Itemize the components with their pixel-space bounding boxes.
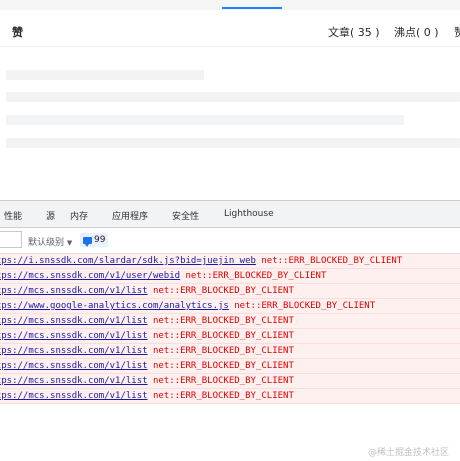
error-message: net::ERR_BLOCKED_BY_CLIENT xyxy=(152,346,294,356)
request-url-link[interactable]: https://mcs.snssdk.com/v1/list xyxy=(0,346,148,356)
issues-counter-button[interactable]: 99 xyxy=(80,233,109,247)
skeleton-line xyxy=(6,92,460,102)
console-error-text: https://mcs.snssdk.com/v1/list net::ERR_… xyxy=(0,315,294,327)
devtools-tab-bar: 性能 源 内存 应用程序 安全性 Lighthouse xyxy=(0,201,460,228)
console-messages: https://i.snssdk.com/slardar/sdk.js?bid=… xyxy=(0,254,460,461)
tab-memory[interactable]: 内存 xyxy=(70,209,88,222)
profile-tab-bar: 赞 文章( 35 ) 沸点( 0 ) 赞 xyxy=(0,18,460,47)
request-url-link[interactable]: https://i.snssdk.com/slardar/sdk.js?bid=… xyxy=(0,256,256,266)
console-error-row: https://mcs.snssdk.com/v1/user/webid net… xyxy=(0,269,460,284)
console-error-row: https://i.snssdk.com/slardar/sdk.js?bid=… xyxy=(0,254,460,269)
tab-application[interactable]: 应用程序 xyxy=(112,209,148,222)
error-message: net::ERR_BLOCKED_BY_CLIENT xyxy=(152,376,294,386)
tab-like[interactable]: 赞 xyxy=(12,24,23,40)
console-filter-input[interactable] xyxy=(0,231,22,248)
request-url-link[interactable]: https://www.google-analytics.com/analyti… xyxy=(0,301,229,311)
skeleton-line xyxy=(6,138,460,148)
error-message: net::ERR_BLOCKED_BY_CLIENT xyxy=(152,286,294,296)
console-error-row: https://mcs.snssdk.com/v1/list net::ERR_… xyxy=(0,344,460,359)
console-error-text: https://mcs.snssdk.com/v1/list net::ERR_… xyxy=(0,330,294,342)
error-message: net::ERR_BLOCKED_BY_CLIENT xyxy=(261,256,403,266)
console-error-text: https://i.snssdk.com/slardar/sdk.js?bid=… xyxy=(0,255,402,267)
error-message: net::ERR_BLOCKED_BY_CLIENT xyxy=(152,361,294,371)
issues-count: 99 xyxy=(94,235,106,245)
tab-like-clipped[interactable]: 赞 xyxy=(454,24,460,40)
error-message: net::ERR_BLOCKED_BY_CLIENT xyxy=(152,331,294,341)
request-url-link[interactable]: https://mcs.snssdk.com/v1/list xyxy=(0,286,148,296)
console-error-row: https://mcs.snssdk.com/v1/list net::ERR_… xyxy=(0,359,460,374)
request-url-link[interactable]: https://mcs.snssdk.com/v1/list xyxy=(0,391,148,401)
skeleton-line xyxy=(6,115,404,125)
log-level-label: 默认级别 xyxy=(28,238,65,248)
log-level-select[interactable]: 默认级别 ▼ xyxy=(28,235,72,248)
watermark: @稀土掘金技术社区 xyxy=(368,448,450,458)
console-error-row: https://mcs.snssdk.com/v1/list net::ERR_… xyxy=(0,374,460,389)
request-url-link[interactable]: https://mcs.snssdk.com/v1/list xyxy=(0,316,148,326)
console-error-text: https://mcs.snssdk.com/v1/list net::ERR_… xyxy=(0,375,294,387)
console-error-row: https://mcs.snssdk.com/v1/list net::ERR_… xyxy=(0,284,460,299)
request-url-link[interactable]: https://mcs.snssdk.com/v1/user/webid xyxy=(0,271,180,281)
request-url-link[interactable]: https://mcs.snssdk.com/v1/list xyxy=(0,361,148,371)
console-error-text: https://www.google-analytics.com/analyti… xyxy=(0,300,375,312)
tab-security[interactable]: 安全性 xyxy=(172,209,199,222)
error-message: net::ERR_BLOCKED_BY_CLIENT xyxy=(152,316,294,326)
console-error-text: https://mcs.snssdk.com/v1/list net::ERR_… xyxy=(0,390,294,402)
skeleton-line xyxy=(6,70,204,80)
tab-pins[interactable]: 沸点( 0 ) xyxy=(394,24,439,40)
error-message: net::ERR_BLOCKED_BY_CLIENT xyxy=(234,301,376,311)
console-error-row: https://mcs.snssdk.com/v1/list net::ERR_… xyxy=(0,329,460,344)
devtools-panel: 性能 源 内存 应用程序 安全性 Lighthouse 默认级别 ▼ 99 ht… xyxy=(0,200,460,461)
console-toolbar: 默认级别 ▼ 99 xyxy=(0,228,460,254)
error-message: net::ERR_BLOCKED_BY_CLIENT xyxy=(185,271,327,281)
console-error-text: https://mcs.snssdk.com/v1/list net::ERR_… xyxy=(0,360,294,372)
console-error-text: https://mcs.snssdk.com/v1/user/webid net… xyxy=(0,270,326,282)
chevron-down-icon: ▼ xyxy=(66,239,73,247)
active-tab-indicator xyxy=(222,7,282,9)
console-error-row: https://mcs.snssdk.com/v1/list net::ERR_… xyxy=(0,314,460,329)
request-url-link[interactable]: https://mcs.snssdk.com/v1/list xyxy=(0,376,148,386)
message-icon xyxy=(83,236,92,247)
console-error-text: https://mcs.snssdk.com/v1/list net::ERR_… xyxy=(0,345,294,357)
console-error-row: https://mcs.snssdk.com/v1/list net::ERR_… xyxy=(0,389,460,404)
console-error-row: https://www.google-analytics.com/analyti… xyxy=(0,299,460,314)
tab-lighthouse[interactable]: Lighthouse xyxy=(224,209,274,219)
console-error-text: https://mcs.snssdk.com/v1/list net::ERR_… xyxy=(0,285,294,297)
request-url-link[interactable]: https://mcs.snssdk.com/v1/list xyxy=(0,331,148,341)
web-page: 赞 文章( 35 ) 沸点( 0 ) 赞 xyxy=(0,0,460,200)
tab-articles[interactable]: 文章( 35 ) xyxy=(328,24,380,40)
tab-performance[interactable]: 性能 xyxy=(4,209,22,222)
tab-sources[interactable]: 源 xyxy=(46,209,55,222)
error-message: net::ERR_BLOCKED_BY_CLIENT xyxy=(152,391,294,401)
